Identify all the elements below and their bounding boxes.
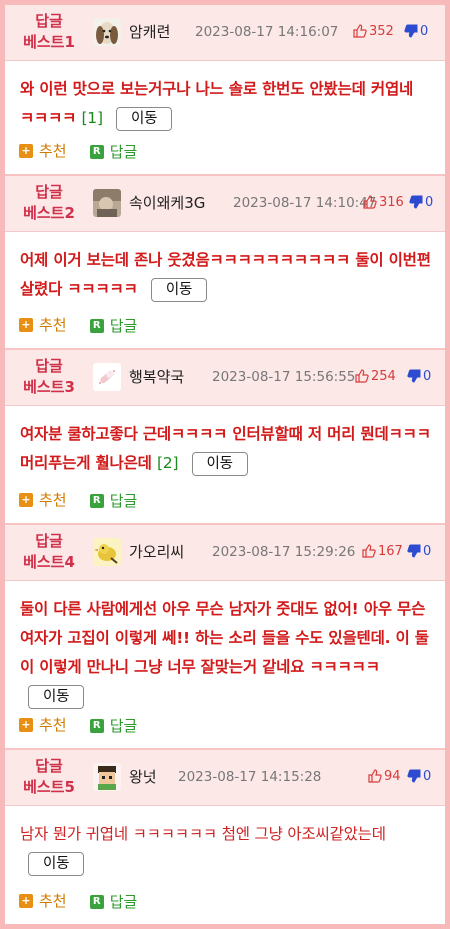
reply-header: 답글 베스트5 왕넛 2023-08-17 14:15:28 94 0	[5, 750, 445, 806]
reply-actions: + 추천 R 답글	[5, 303, 155, 348]
nickname[interactable]: 왕넛	[129, 766, 157, 787]
reply-item: 답글 베스트1 암캐련 2023-08-17 14:16:07 352 0 와 이…	[5, 5, 445, 176]
reply-header: 답글 베스트2 속이왜케3G 2023-08-17 14:10:47 316 0	[5, 176, 445, 232]
reply-item: 답글 베스트5 왕넛 2023-08-17 14:15:28 94 0 남자 뭔가…	[5, 750, 445, 924]
reply-text: 어제 이거 보는데 존나 웃겼음ㅋㅋㅋㅋㅋㅋㅋㅋㅋㅋ 둘이 이번편 살렸다 ㅋㅋ…	[5, 232, 445, 304]
reply-item: 답글 베스트4 가오리씨 2023-08-17 15:29:26 167 0 둘이…	[5, 525, 445, 750]
plus-icon: +	[19, 143, 33, 158]
reply-r-icon: R	[89, 493, 104, 508]
reply-item: 답글 베스트3 행복약국 2023-08-17 15:56:55 254 0 여자…	[5, 350, 445, 525]
reply-text: 남자 뭔가 귀엽네 ㅋㅋㅋㅋㅋㅋ 첨엔 그냥 아조씨같았는데 이동	[5, 806, 445, 878]
reply-r-icon: R	[89, 718, 104, 733]
pixel-avatar[interactable]	[93, 763, 121, 791]
reply-header: 답글 베스트1 암캐련 2023-08-17 14:16:07 352 0	[5, 5, 445, 61]
move-button[interactable]: 이동	[28, 851, 85, 876]
reply-actions: + 추천 R 답글	[5, 129, 155, 174]
plus-icon: +	[19, 717, 33, 732]
reply-text: 와 이런 맛으로 보는거구나 나느 솔로 한번도 안봤는데 커엽네 ㅋㅋㅋㅋ […	[5, 61, 445, 133]
dislikes-count[interactable]: 0	[409, 195, 433, 210]
nickname[interactable]: 행복약국	[129, 366, 184, 387]
post-date: 2023-08-17 15:29:26	[212, 544, 356, 560]
reply-r-icon: R	[89, 894, 104, 909]
reply-button[interactable]: R 답글	[89, 490, 137, 511]
reply-count: [1]	[81, 109, 103, 127]
likes-count[interactable]: 316	[363, 195, 404, 210]
nickname[interactable]: 속이왜케3G	[129, 192, 205, 213]
thumbs-up-icon	[362, 544, 376, 558]
best-rank-label: 답글 베스트4	[23, 532, 75, 571]
post-date: 2023-08-17 15:56:55	[212, 369, 356, 385]
post-date: 2023-08-17 14:16:07	[195, 24, 339, 40]
reply-header: 답글 베스트4 가오리씨 2023-08-17 15:29:26 167 0	[5, 525, 445, 581]
dislikes-count[interactable]: 0	[407, 369, 431, 384]
thumbs-down-icon	[404, 24, 418, 38]
recommend-button[interactable]: + 추천	[19, 314, 67, 335]
move-button[interactable]: 이동	[116, 106, 173, 131]
reply-actions: + 추천 R 답글	[5, 879, 155, 924]
reply-actions: + 추천 R 답글	[5, 478, 155, 523]
reply-button[interactable]: R 답글	[89, 315, 137, 336]
reply-r-icon: R	[89, 144, 104, 159]
reply-item: 답글 베스트2 속이왜케3G 2023-08-17 14:10:47 316 0 …	[5, 176, 445, 350]
thumbs-down-icon	[407, 769, 421, 783]
thumbs-up-icon	[355, 369, 369, 383]
reply-text: 둘이 다른 사람에게선 아우 무슨 남자가 줏대도 없어! 아우 무슨 여자가 …	[5, 581, 445, 711]
thumbs-down-icon	[407, 544, 421, 558]
move-button[interactable]: 이동	[191, 451, 248, 476]
recommend-button[interactable]: + 추천	[19, 890, 67, 911]
dog-avatar[interactable]	[93, 18, 121, 46]
best-rank-label: 답글 베스트2	[23, 183, 75, 222]
reply-count: [2]	[156, 454, 179, 472]
reply-button[interactable]: R 답글	[89, 891, 137, 912]
reply-content: 둘이 다른 사람에게선 아우 무슨 남자가 줏대도 없어! 아우 무슨 여자가 …	[20, 600, 429, 676]
dislikes-count[interactable]: 0	[407, 544, 431, 559]
reply-content: 어제 이거 보는데 존나 웃겼음ㅋㅋㅋㅋㅋㅋㅋㅋㅋㅋ 둘이 이번편 살렸다 ㅋㅋ…	[20, 251, 431, 298]
recommend-button[interactable]: + 추천	[19, 489, 67, 510]
thumbs-up-icon	[363, 195, 377, 209]
best-replies-list: 답글 베스트1 암캐련 2023-08-17 14:16:07 352 0 와 이…	[5, 5, 445, 924]
best-rank-label: 답글 베스트1	[23, 12, 75, 51]
nickname[interactable]: 가오리씨	[129, 541, 184, 562]
dislikes-count[interactable]: 0	[407, 769, 431, 784]
recommend-button[interactable]: + 추천	[19, 140, 67, 161]
reply-content: 와 이런 맛으로 보는거구나 나느 솔로 한번도 안봤는데 커엽네 ㅋㅋㅋㅋ	[20, 80, 414, 127]
move-button[interactable]: 이동	[150, 277, 208, 302]
thumbs-up-icon	[368, 769, 382, 783]
likes-count[interactable]: 167	[362, 544, 403, 559]
likes-count[interactable]: 352	[353, 24, 394, 39]
dislikes-count[interactable]: 0	[404, 24, 428, 39]
pill-avatar[interactable]	[93, 363, 121, 391]
reply-header: 답글 베스트3 행복약국 2023-08-17 15:56:55 254 0	[5, 350, 445, 406]
reply-button[interactable]: R 답글	[89, 141, 137, 162]
best-rank-label: 답글 베스트5	[23, 757, 75, 796]
reply-actions: + 추천 R 답글	[5, 703, 155, 748]
photo-avatar[interactable]	[93, 189, 121, 217]
reply-r-icon: R	[89, 318, 104, 333]
plus-icon: +	[19, 317, 33, 332]
likes-count[interactable]: 94	[368, 769, 401, 784]
reply-text: 여자분 쿨하고좋다 근데ㅋㅋㅋㅋ 인터뷰할때 저 머리 뭔데ㅋㅋㅋ 머리푸는게 …	[5, 406, 445, 478]
plus-icon: +	[19, 492, 33, 507]
nickname[interactable]: 암캐련	[129, 21, 170, 42]
post-date: 2023-08-17 14:10:47	[233, 195, 377, 211]
bird-avatar[interactable]	[93, 538, 121, 566]
thumbs-up-icon	[353, 24, 367, 38]
reply-content: 남자 뭔가 귀엽네 ㅋㅋㅋㅋㅋㅋ 첨엔 그냥 아조씨같았는데	[20, 825, 386, 843]
post-date: 2023-08-17 14:15:28	[178, 769, 322, 785]
thumbs-down-icon	[407, 369, 421, 383]
thumbs-down-icon	[409, 195, 423, 209]
plus-icon: +	[19, 893, 33, 908]
reply-button[interactable]: R 답글	[89, 715, 137, 736]
best-rank-label: 답글 베스트3	[23, 357, 75, 396]
likes-count[interactable]: 254	[355, 369, 396, 384]
recommend-button[interactable]: + 추천	[19, 714, 67, 735]
